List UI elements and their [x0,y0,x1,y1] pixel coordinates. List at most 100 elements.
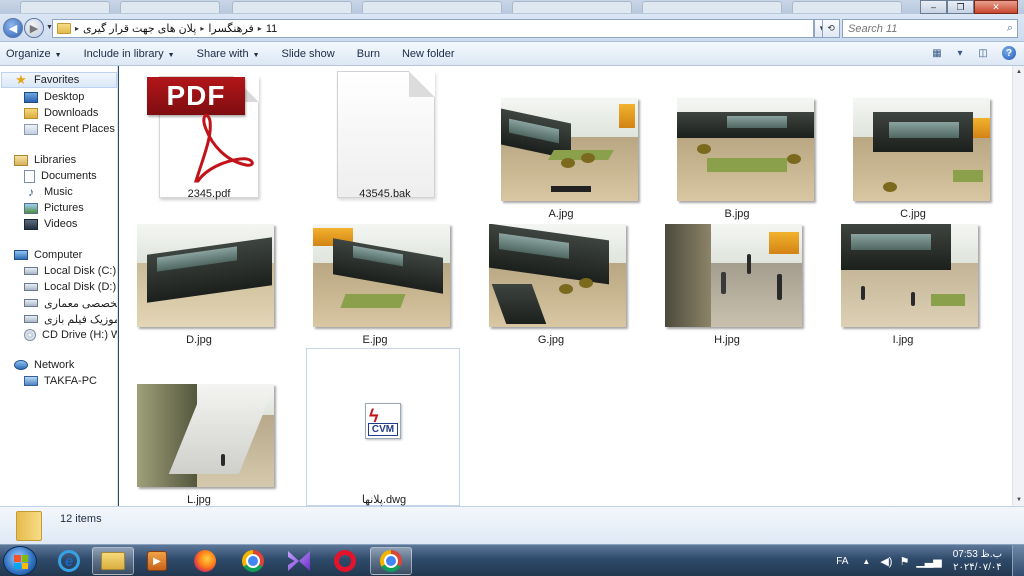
nav-network[interactable]: Network [14,357,74,373]
nav-item-videos[interactable]: Videos [24,216,77,232]
internet-explorer-icon: e [58,550,80,572]
more-views-button[interactable]: ▾ [956,46,964,60]
pictures-icon [24,202,38,214]
nav-item-takfa-pc[interactable]: TAKFA-PC [24,373,97,389]
nav-item-downloads[interactable]: Downloads [24,105,98,121]
file-item[interactable]: E.jpg [295,214,455,358]
clock[interactable]: 07:53 ب.ظ ۲۰۲۴/۰۷/۰۴ [953,548,1002,574]
file-item[interactable]: B.jpg [657,88,817,232]
file-item[interactable]: D.jpg [119,214,279,358]
close-button[interactable]: ✕ [974,0,1018,14]
show-desktop-button[interactable] [1012,545,1024,576]
nav-item-drive-f[interactable]: موزیک فیلم بازی (F:) [24,311,117,327]
vertical-scrollbar[interactable]: ▲ ▼ [1012,66,1024,506]
file-item-selected[interactable]: ϟ CVM پلانها.dwg [306,348,460,506]
nav-computer[interactable]: Computer [14,247,82,263]
taskbar-media-player[interactable]: ▶ [136,547,178,575]
tree [581,153,595,163]
help-icon[interactable]: ? [1002,46,1016,60]
taskbar-internet-explorer[interactable]: e [48,547,90,575]
taskbar-visual-studio[interactable] [278,547,320,575]
network-icon [14,360,28,370]
organize-menu[interactable]: Organize ▼ [6,48,62,60]
search-box[interactable]: ⌕ [842,19,1018,38]
system-tray: FA ▲ ◀) ⚑ ▁▃▅ 07:53 ب.ظ ۲۰۲۴/۰۷/۰۴ [836,545,1024,576]
start-button[interactable] [3,546,37,576]
network-signal-icon[interactable]: ▁▃▅ [916,555,941,568]
nav-item-music[interactable]: ♪ Music [24,184,73,200]
taskbar-chrome[interactable] [232,547,274,575]
background-tab [120,1,220,13]
yellow-tower [619,104,635,128]
taskbar-firefox[interactable] [184,547,226,575]
scroll-down-icon[interactable]: ▼ [1013,494,1024,506]
folder-icon [16,511,42,541]
file-item[interactable]: G.jpg [471,214,631,358]
tree [579,278,593,288]
nav-item-drive-architecture[interactable]: درایو تخصصی معماری [24,295,117,311]
taskbar-windows-explorer[interactable] [92,547,134,575]
nav-item-local-disk-c[interactable]: Local Disk (C:) [24,263,116,279]
scroll-up-icon[interactable]: ▲ [1013,66,1024,78]
burn-button[interactable]: Burn [357,48,380,60]
nav-libraries-label: Libraries [34,154,77,166]
glass-facade [851,234,931,250]
language-indicator[interactable]: FA [836,556,848,567]
breadcrumb-item[interactable]: فرهنگسرا [208,22,253,35]
person [861,286,865,300]
grass-strip [953,170,983,182]
file-item[interactable]: I.jpg [823,214,983,358]
item-count: 12 items [60,513,102,525]
file-item[interactable]: H.jpg [647,214,807,358]
volume-icon[interactable]: ◀) [880,555,892,568]
action-center-icon[interactable]: ⚑ [899,555,909,568]
nav-item-recent-places[interactable]: Recent Places [24,121,115,137]
search-input[interactable] [848,22,998,35]
breadcrumb-item[interactable]: 11 [266,23,277,35]
change-view-button[interactable]: ▦ [930,46,944,60]
breadcrumb[interactable]: ▸ پلان های جهت قرار گیری ▸ فرهنگسرا ▸ 11 [52,19,814,38]
chrome-icon [380,550,402,572]
minimize-button[interactable]: – [920,0,947,14]
share-with-menu[interactable]: Share with ▼ [197,48,260,60]
nav-item-local-disk-d[interactable]: Local Disk (D:) [24,279,116,295]
file-item[interactable]: PDF 2345.pdf [129,68,289,212]
file-item[interactable]: A.jpg [481,88,641,232]
downloads-icon [24,107,38,119]
nav-favorites[interactable]: ★ Favorites [1,72,117,88]
refresh-button[interactable]: ⟲ [822,19,840,38]
file-item[interactable]: 43545.bak [305,68,465,212]
nav-item-pictures[interactable]: Pictures [24,200,84,216]
opera-icon [334,550,356,572]
back-button[interactable]: ◀ [3,18,23,38]
include-in-library-menu[interactable]: Include in library ▼ [84,48,175,60]
preview-pane-button[interactable]: ◫ [976,46,990,60]
show-hidden-icons-icon[interactable]: ▲ [862,557,870,566]
arrow-right-icon: ▶ [29,22,39,35]
maximize-button[interactable]: ❐ [947,0,974,14]
taskbar-chrome-profile[interactable] [370,547,412,575]
image-thumbnail [665,224,802,327]
file-name: پلانها.dwg [361,494,407,506]
file-name: 2345.pdf [187,188,231,200]
file-item[interactable]: C.jpg [833,88,993,232]
breadcrumb-item[interactable]: پلان های جهت قرار گیری [83,22,196,35]
nav-item-documents[interactable]: Documents [24,168,97,184]
file-name: E.jpg [362,334,388,346]
file-name: D.jpg [186,334,212,346]
visual-studio-icon [288,551,310,571]
file-item[interactable]: L.jpg [119,374,279,506]
slide-show-button[interactable]: Slide show [282,48,335,60]
new-folder-button[interactable]: New folder [402,48,455,60]
taskbar-opera[interactable] [324,547,366,575]
nav-item-cd-drive[interactable]: CD Drive (H:) WD Un [24,327,117,343]
nav-item-desktop[interactable]: Desktop [24,89,84,105]
include-in-library-label: Include in library [83,47,164,60]
forward-button[interactable]: ▶ [24,18,44,38]
nav-item-label: TAKFA-PC [44,375,97,387]
background-tab [642,1,782,13]
recent-places-icon [24,123,38,135]
background-tab [362,1,502,13]
file-name: H.jpg [714,334,740,346]
nav-libraries[interactable]: Libraries [14,152,76,168]
